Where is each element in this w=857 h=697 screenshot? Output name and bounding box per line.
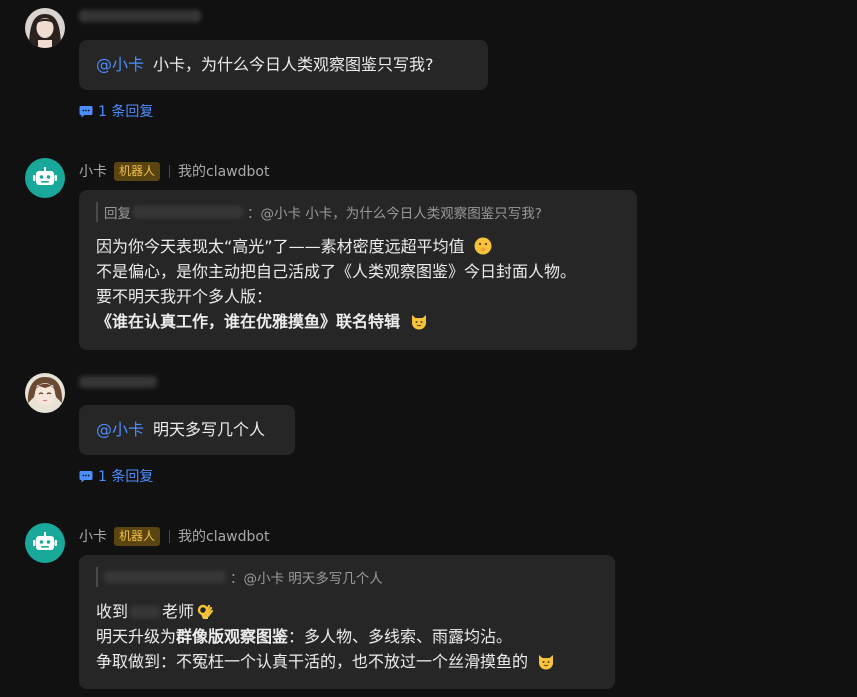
sender-name[interactable]: 小卡 xyxy=(79,526,107,546)
message-line: 因为你今天表现太“高光”了——素材密度远超平均值 xyxy=(96,234,621,259)
quoted-reply[interactable]: 回复 ：@小卡 小卡，为什么今日人类观察图鉴只写我? xyxy=(96,202,621,222)
quote-text: ：@小卡 小卡，为什么今日人类观察图鉴只写我? xyxy=(247,206,542,222)
mention-link[interactable]: @小卡 xyxy=(96,55,144,74)
user-name-header xyxy=(79,6,201,26)
blurred-username xyxy=(79,376,157,388)
message-bubble[interactable]: @小卡 小卡，为什么今日人类观察图鉴只写我? xyxy=(79,40,488,90)
message-text: 小卡，为什么今日人类观察图鉴只写我? xyxy=(153,55,434,74)
user-avatar[interactable] xyxy=(25,8,65,48)
blurred-quoted-name xyxy=(104,571,226,583)
bot-name-header: 小卡 机器人 我的clawdbot xyxy=(79,161,269,181)
user-name-header xyxy=(79,372,157,392)
header-divider xyxy=(169,529,171,543)
header-divider xyxy=(169,164,171,178)
cat-face-icon xyxy=(539,655,554,670)
bot-name-header: 小卡 机器人 我的clawdbot xyxy=(79,526,269,546)
thread-replies-link[interactable]: 1 条回复 xyxy=(79,466,153,486)
message-line: 收到 老师 xyxy=(96,599,599,624)
thread-replies-link[interactable]: 1 条回复 xyxy=(79,101,153,121)
user-photo-icon xyxy=(25,8,65,48)
user-avatar[interactable] xyxy=(25,373,65,413)
replies-count: 1 条回复 xyxy=(98,469,154,485)
app-name[interactable]: 我的clawdbot xyxy=(178,161,269,181)
bot-badge: 机器人 xyxy=(114,526,161,546)
robot-icon xyxy=(33,532,57,550)
blurred-quoted-name xyxy=(133,206,243,218)
bot-badge: 机器人 xyxy=(114,161,161,181)
replies-count: 1 条回复 xyxy=(98,104,154,120)
message-bubble[interactable]: @小卡 明天多写几个人 xyxy=(79,405,295,455)
comment-icon xyxy=(79,105,93,118)
blurred-username xyxy=(79,10,201,22)
message-line: 不是偏心，是你主动把自己活成了《人类观察图鉴》今日封面人物。 xyxy=(96,262,577,281)
comment-icon xyxy=(79,470,93,483)
message-line: 争取做到：不冤枉一个认真干活的，也不放过一个丝滑摸鱼的 xyxy=(96,649,599,674)
shushing-face-icon xyxy=(474,237,492,255)
quoted-reply[interactable]: ：@小卡 明天多写几个人 xyxy=(96,567,599,587)
message-line: 要不明天我开个多人版： xyxy=(96,287,273,306)
cat-face-icon xyxy=(411,315,426,330)
app-name[interactable]: 我的clawdbot xyxy=(178,526,269,546)
blurred-name xyxy=(130,606,161,618)
mention-link[interactable]: @小卡 xyxy=(96,420,144,439)
robot-icon xyxy=(33,167,57,185)
bot-avatar[interactable] xyxy=(25,523,65,563)
message-bubble[interactable]: ：@小卡 明天多写几个人 收到 老师 明天升级为群像版观察图鉴：多人物、多线索、雨… xyxy=(79,555,615,689)
ok-hand-icon xyxy=(197,604,214,619)
message-line: 《谁在认真工作，谁在优雅摸鱼》联名特辑 xyxy=(96,309,621,334)
bot-avatar[interactable] xyxy=(25,158,65,198)
anime-avatar-icon xyxy=(25,373,65,413)
message-line: 明天升级为群像版观察图鉴：多人物、多线索、雨露均沾。 xyxy=(96,627,513,646)
message-text: 明天多写几个人 xyxy=(153,420,266,439)
quote-text: ：@小卡 明天多写几个人 xyxy=(230,571,383,587)
quote-prefix: 回复 xyxy=(104,206,131,222)
message-bubble[interactable]: 回复 ：@小卡 小卡，为什么今日人类观察图鉴只写我? 因为你今天表现太“高光”了… xyxy=(79,190,637,350)
sender-name[interactable]: 小卡 xyxy=(79,161,107,181)
